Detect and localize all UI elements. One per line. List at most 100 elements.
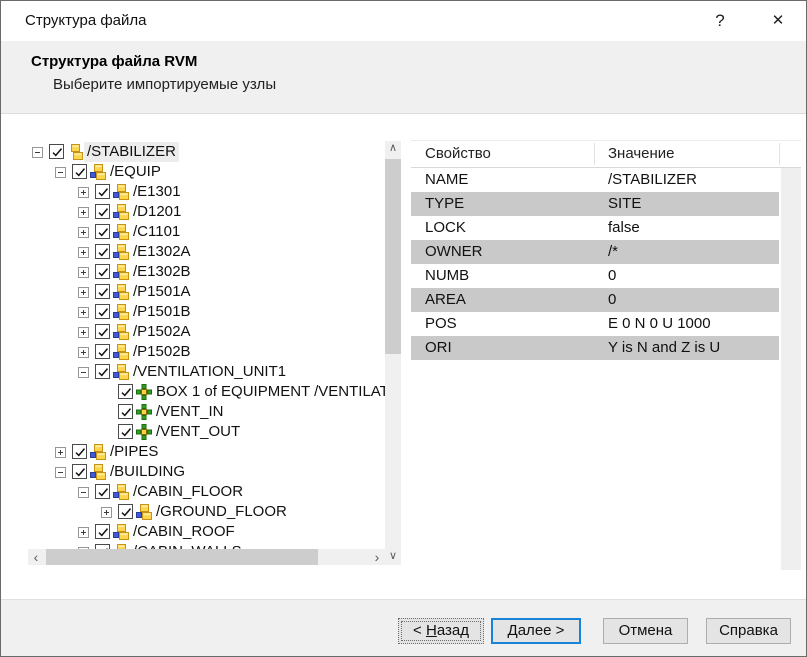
tree-checkbox[interactable] bbox=[118, 504, 133, 519]
tree-checkbox[interactable] bbox=[95, 224, 110, 239]
tree-checkbox[interactable] bbox=[95, 364, 110, 379]
help-button[interactable]: Справка bbox=[706, 618, 791, 644]
back-button[interactable]: < Назад bbox=[398, 618, 484, 644]
tree-expander-icon[interactable] bbox=[78, 347, 89, 358]
tree-item[interactable]: /STABILIZER bbox=[28, 142, 385, 162]
property-value: 0 bbox=[608, 288, 616, 312]
tree-item[interactable]: /C1101 bbox=[28, 222, 385, 242]
tree-expander-icon[interactable] bbox=[55, 467, 66, 478]
tree-item[interactable]: /BUILDING bbox=[28, 462, 385, 482]
tree-checkbox[interactable] bbox=[95, 324, 110, 339]
tree-item[interactable]: /E1301 bbox=[28, 182, 385, 202]
tree-checkbox[interactable] bbox=[72, 444, 87, 459]
tree-expander-icon[interactable] bbox=[78, 487, 89, 498]
scroll-down-icon[interactable]: ∨ bbox=[385, 549, 401, 565]
tree-item[interactable]: /PIPES bbox=[28, 442, 385, 462]
checkmark-icon bbox=[119, 385, 134, 400]
node-type-icon bbox=[136, 424, 152, 440]
tree-checkbox[interactable] bbox=[95, 484, 110, 499]
tree-item[interactable]: /P1501B bbox=[28, 302, 385, 322]
property-row[interactable]: TYPE SITE bbox=[411, 192, 779, 216]
checkmark-icon bbox=[73, 445, 88, 460]
property-row[interactable]: NUMB 0 bbox=[411, 264, 779, 288]
scroll-left-icon[interactable]: ‹ bbox=[28, 549, 44, 565]
tree-item[interactable]: /EQUIP bbox=[28, 162, 385, 182]
tree-item[interactable]: /D1201 bbox=[28, 202, 385, 222]
property-row[interactable]: LOCK false bbox=[411, 216, 779, 240]
tree-item[interactable]: /CABIN_WALLS bbox=[28, 542, 385, 549]
cancel-button[interactable]: Отмена bbox=[603, 618, 688, 644]
tree-item-label: /E1302A bbox=[130, 242, 194, 262]
tree-expander-icon[interactable] bbox=[78, 187, 89, 198]
tree-expander-icon[interactable] bbox=[78, 527, 89, 538]
tree-item[interactable]: /P1501A bbox=[28, 282, 385, 302]
tree-expander-icon[interactable] bbox=[78, 327, 89, 338]
help-icon[interactable]: ? bbox=[707, 1, 733, 41]
tree-item-label: /STABILIZER bbox=[84, 142, 179, 162]
cubes-icon bbox=[113, 344, 129, 360]
node-type-icon bbox=[136, 384, 152, 400]
tree-expander-icon[interactable] bbox=[78, 267, 89, 278]
vertical-scrollbar-thumb[interactable] bbox=[385, 159, 401, 354]
tree-expander-icon[interactable] bbox=[101, 507, 112, 518]
tree-checkbox[interactable] bbox=[72, 164, 87, 179]
tree-checkbox[interactable] bbox=[95, 284, 110, 299]
tree-item[interactable]: BOX 1 of EQUIPMENT /VENTILATIO bbox=[28, 382, 385, 402]
tree-expander-icon[interactable] bbox=[32, 147, 43, 158]
tree-item[interactable]: /CABIN_ROOF bbox=[28, 522, 385, 542]
tree-item[interactable]: /CABIN_FLOOR bbox=[28, 482, 385, 502]
tree-checkbox[interactable] bbox=[118, 404, 133, 419]
column-header-value[interactable]: Значение bbox=[608, 141, 675, 167]
property-row[interactable]: AREA 0 bbox=[411, 288, 779, 312]
tree-item[interactable]: /E1302B bbox=[28, 262, 385, 282]
tree-item[interactable]: /E1302A bbox=[28, 242, 385, 262]
tree-item[interactable]: /P1502A bbox=[28, 322, 385, 342]
tree-expander-icon[interactable] bbox=[78, 287, 89, 298]
file-structure-dialog: Структура файла ? ✕ Структура файла RVM … bbox=[0, 0, 807, 657]
tree-item[interactable]: /P1502B bbox=[28, 342, 385, 362]
property-row[interactable]: OWNER /* bbox=[411, 240, 779, 264]
tree-checkbox[interactable] bbox=[72, 464, 87, 479]
next-button[interactable]: Далее > bbox=[491, 618, 581, 644]
tree-horizontal-scrollbar[interactable]: ‹ › bbox=[28, 549, 385, 565]
tree-checkbox[interactable] bbox=[118, 384, 133, 399]
tree-expander-icon[interactable] bbox=[78, 207, 89, 218]
tree-expander-icon[interactable] bbox=[55, 167, 66, 178]
tree-item[interactable]: /VENT_IN bbox=[28, 402, 385, 422]
tree-checkbox[interactable] bbox=[95, 204, 110, 219]
tree-item[interactable]: /VENT_OUT bbox=[28, 422, 385, 442]
tree-checkbox[interactable] bbox=[95, 344, 110, 359]
tree-item-label: /P1501B bbox=[130, 302, 194, 322]
checkmark-icon bbox=[96, 285, 111, 300]
title-bar[interactable]: Структура файла ? ✕ bbox=[1, 1, 806, 41]
scroll-right-icon[interactable]: › bbox=[369, 549, 385, 565]
tree-expander-icon[interactable] bbox=[78, 367, 89, 378]
tree-checkbox[interactable] bbox=[49, 144, 64, 159]
checkmark-icon bbox=[96, 185, 111, 200]
horizontal-scrollbar-thumb[interactable] bbox=[46, 549, 318, 565]
tree-checkbox[interactable] bbox=[118, 424, 133, 439]
tree-item-label: /VENTILATION_UNIT1 bbox=[130, 362, 289, 382]
property-row[interactable]: ORI Y is N and Z is U bbox=[411, 336, 779, 360]
tree-expander-icon[interactable] bbox=[78, 247, 89, 258]
property-name: NUMB bbox=[425, 264, 469, 288]
tree-checkbox[interactable] bbox=[95, 524, 110, 539]
tree-vertical-scrollbar[interactable]: ∧ ∨ bbox=[385, 141, 401, 565]
close-icon[interactable]: ✕ bbox=[763, 1, 793, 41]
tree-expander-icon[interactable] bbox=[55, 447, 66, 458]
scroll-up-icon[interactable]: ∧ bbox=[385, 141, 401, 157]
property-row[interactable]: NAME /STABILIZER bbox=[411, 168, 779, 192]
tree-checkbox[interactable] bbox=[95, 184, 110, 199]
tree-checkbox[interactable] bbox=[95, 244, 110, 259]
cubes-icon bbox=[90, 464, 106, 480]
tree-item-label: BOX 1 of EQUIPMENT /VENTILATIO bbox=[153, 382, 385, 402]
tree-item[interactable]: /VENTILATION_UNIT1 bbox=[28, 362, 385, 382]
tree-item[interactable]: /GROUND_FLOOR bbox=[28, 502, 385, 522]
property-row[interactable]: POS E 0 N 0 U 1000 bbox=[411, 312, 779, 336]
column-header-property[interactable]: Свойство bbox=[425, 141, 491, 167]
tree-checkbox[interactable] bbox=[95, 304, 110, 319]
tree-expander-icon[interactable] bbox=[78, 227, 89, 238]
tree-checkbox[interactable] bbox=[95, 264, 110, 279]
checkmark-icon bbox=[119, 425, 134, 440]
tree-expander-icon[interactable] bbox=[78, 307, 89, 318]
